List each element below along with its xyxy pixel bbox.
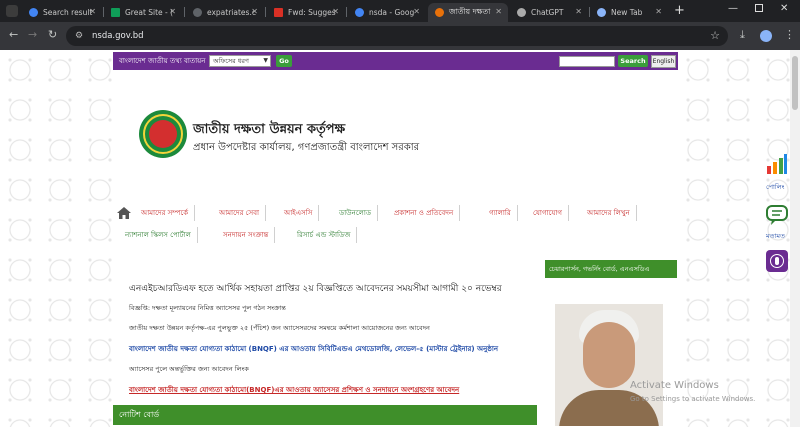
restore-icon[interactable]: [755, 4, 763, 12]
menu-item[interactable]: ন্যাশনাল স্কিলস পোর্টাল: [119, 227, 198, 243]
search-input[interactable]: [559, 56, 615, 67]
gmail-favicon-icon: [274, 8, 283, 17]
search-button[interactable]: Search: [618, 55, 648, 67]
back-arrow-icon[interactable]: ←: [9, 28, 18, 42]
forward-arrow-icon[interactable]: →: [28, 28, 37, 42]
download-icon[interactable]: ⤓: [740, 28, 745, 42]
bookmark-star-icon[interactable]: ☆: [710, 26, 720, 46]
poll-chart-icon[interactable]: [766, 154, 788, 174]
tab-title: expatriates.c: [207, 8, 256, 17]
feedback-chat-icon[interactable]: [766, 205, 788, 225]
office-type-select[interactable]: অফিসের ধরণ ▼: [209, 55, 271, 67]
home-icon[interactable]: [117, 207, 131, 219]
floating-widgets: পোলিং মতামত: [678, 50, 790, 427]
site-container: বাংলাদেশ জাতীয় তথ্য বাতায়ন অফিসের ধরণ ▼…: [113, 50, 678, 427]
tab-title: Fwd: Sugges: [288, 8, 336, 17]
menu-item[interactable]: প্রকাশনা ও প্রতিবেদন: [388, 205, 461, 221]
accessibility-icon[interactable]: [766, 250, 788, 272]
chairperson-photo: [555, 304, 663, 426]
close-tab-icon[interactable]: ✕: [495, 7, 502, 16]
url-input[interactable]: ⚙ nsda.gov.bd ☆: [66, 26, 728, 46]
menu-item[interactable]: আমাদের লিখুন: [581, 205, 637, 221]
profile-avatar[interactable]: [760, 30, 772, 42]
feedback-label[interactable]: মতামত: [766, 231, 785, 242]
english-button[interactable]: English: [651, 55, 676, 68]
poll-label[interactable]: পোলিং: [766, 182, 784, 193]
browser-tab[interactable]: Search result ✕: [22, 3, 102, 22]
close-tab-icon[interactable]: ✕: [169, 7, 176, 16]
menu-item[interactable]: ডাউনলোড: [333, 205, 379, 221]
close-tab-icon[interactable]: ✕: [251, 7, 258, 16]
browser-tab[interactable]: ChatGPT ✕: [510, 3, 588, 22]
government-seal-logo[interactable]: [139, 110, 187, 158]
close-tab-icon[interactable]: ✕: [575, 7, 582, 16]
close-tab-icon[interactable]: ✕: [413, 7, 420, 16]
site-header: জাতীয় দক্ষতা উন্নয়ন কর্তৃপক্ষ প্রধান উ…: [113, 70, 678, 205]
office-type-value: অফিসের ধরণ: [213, 57, 249, 65]
close-tab-icon[interactable]: ✕: [89, 7, 96, 16]
menu-item[interactable]: আইএসসি: [278, 205, 320, 221]
menu-item[interactable]: আমাদের সম্পর্কে: [135, 205, 196, 221]
notice-link[interactable]: বিজ্ঞপ্তি: দক্ষতা মূল্যায়নের নিমিত্ত অ্…: [129, 303, 286, 314]
web-page: বাংলাদেশ জাতীয় তথ্য বাতায়ন অফিসের ধরণ ▼…: [0, 50, 800, 427]
secondary-menu: ন্যাশনাল স্কিলস পোর্টাল সনদায়ন সংক্রান্…: [113, 227, 678, 245]
tab-favicon: [29, 8, 38, 17]
menu-item[interactable]: রিসার্চ এন্ড স্টাডিজ: [291, 227, 358, 243]
notice-link[interactable]: অ্যাসেসর পুলে অন্তর্ভুক্তির জন্য আবেদন ল…: [129, 364, 249, 375]
browser-tab-bar: Search result ✕ Great Site - (✕ expatriat…: [0, 0, 800, 22]
close-tab-icon[interactable]: ✕: [332, 7, 339, 16]
menu-item[interactable]: আমাদের সেবা: [213, 205, 267, 221]
go-button[interactable]: Go: [276, 55, 292, 67]
browser-tab[interactable]: Great Site - (✕: [104, 3, 182, 22]
site-subtitle: প্রধান উপদেষ্টার কার্যালয়, গণপ্রজাতন্ত্…: [193, 142, 420, 153]
activate-windows-title: Activate Windows: [630, 380, 719, 391]
menu-item[interactable]: সনদায়ন সংক্রান্ত: [217, 227, 276, 243]
tab-title: ChatGPT: [531, 8, 564, 17]
news-content: এনএইচআরডিএফ হতে আর্থিক সহায়তা প্রাপ্তির…: [113, 263, 543, 427]
browser-tab[interactable]: expatriates.c ✕: [186, 3, 264, 22]
notice-board-header: নোটিশ বোর্ড: [113, 405, 537, 425]
google-favicon-icon: [355, 8, 364, 17]
browser-tab[interactable]: New Tab ✕: [590, 3, 668, 22]
chevron-down-icon: ▼: [263, 57, 268, 64]
menu-item[interactable]: গ্যালারি: [483, 205, 518, 221]
page-scrollbar[interactable]: [790, 50, 800, 427]
reload-icon[interactable]: ↻: [48, 28, 57, 42]
scrolling-headline[interactable]: এনএইচআরডিএফ হতে আর্থিক সহায়তা প্রাপ্তির…: [129, 281, 539, 296]
notice-link[interactable]: বাংলাদেশ জাতীয় দক্ষতা যোগ্যতা কাঠামো(BN…: [129, 384, 459, 396]
main-menu: আমাদের সম্পর্কে আমাদের সেবা আইএসসি ডাউনল…: [113, 205, 678, 223]
national-portal-label[interactable]: বাংলাদেশ জাতীয় তথ্য বাতায়ন: [119, 55, 206, 67]
notice-link[interactable]: জাতীয় দক্ষতা উন্নয়ন কর্তৃপক্ষ-এর পুলভু…: [129, 323, 430, 334]
tab-search-icon[interactable]: [6, 5, 18, 17]
new-tab-favicon-icon: [597, 8, 606, 17]
more-menu-icon[interactable]: ⋮: [784, 28, 795, 41]
scrollbar-thumb[interactable]: [792, 56, 798, 110]
address-bar-row: ← → ↻ ⚙ nsda.gov.bd ☆ ⤓ ⋮: [0, 22, 800, 50]
tab-favicon: [111, 8, 120, 17]
activate-windows-subtitle: Go to Settings to activate Windows.: [630, 395, 756, 403]
site-info-icon[interactable]: ⚙: [75, 26, 83, 46]
tab-title: New Tab: [611, 8, 643, 17]
tab-favicon: [193, 8, 202, 17]
chairperson-heading: চেয়ারপার্সন, গভর্নিং বোর্ড, এনএসডিএ: [545, 260, 677, 278]
browser-tab-active[interactable]: জাতীয় দক্ষতা ✕: [428, 3, 508, 22]
nsda-favicon-icon: [435, 8, 444, 17]
new-tab-button[interactable]: +: [674, 3, 685, 18]
menu-item[interactable]: যোগাযোগ: [527, 205, 569, 221]
close-tab-icon[interactable]: ✕: [655, 7, 662, 16]
background-pattern: [0, 50, 112, 427]
tab-title: nsda - Goog: [369, 8, 415, 17]
browser-tab[interactable]: Fwd: Sugges ✕: [267, 3, 345, 22]
tab-title: Great Site - (: [125, 8, 174, 17]
browser-tab[interactable]: nsda - Goog ✕: [348, 3, 426, 22]
minimize-icon[interactable]: —: [728, 3, 738, 14]
tab-title: Search result: [43, 8, 93, 17]
tab-title: জাতীয় দক্ষতা: [449, 6, 491, 16]
url-text: nsda.gov.bd: [92, 31, 144, 41]
site-title[interactable]: জাতীয় দক্ষতা উন্নয়ন কর্তৃপক্ষ: [193, 120, 345, 141]
chatgpt-favicon-icon: [517, 8, 526, 17]
close-window-icon[interactable]: ✕: [780, 3, 788, 14]
top-bar: বাংলাদেশ জাতীয় তথ্য বাতায়ন অফিসের ধরণ ▼…: [113, 52, 678, 70]
notice-link[interactable]: বাংলাদেশ জাতীয় দক্ষতা যোগ্যতা কাঠামো (B…: [129, 343, 498, 355]
